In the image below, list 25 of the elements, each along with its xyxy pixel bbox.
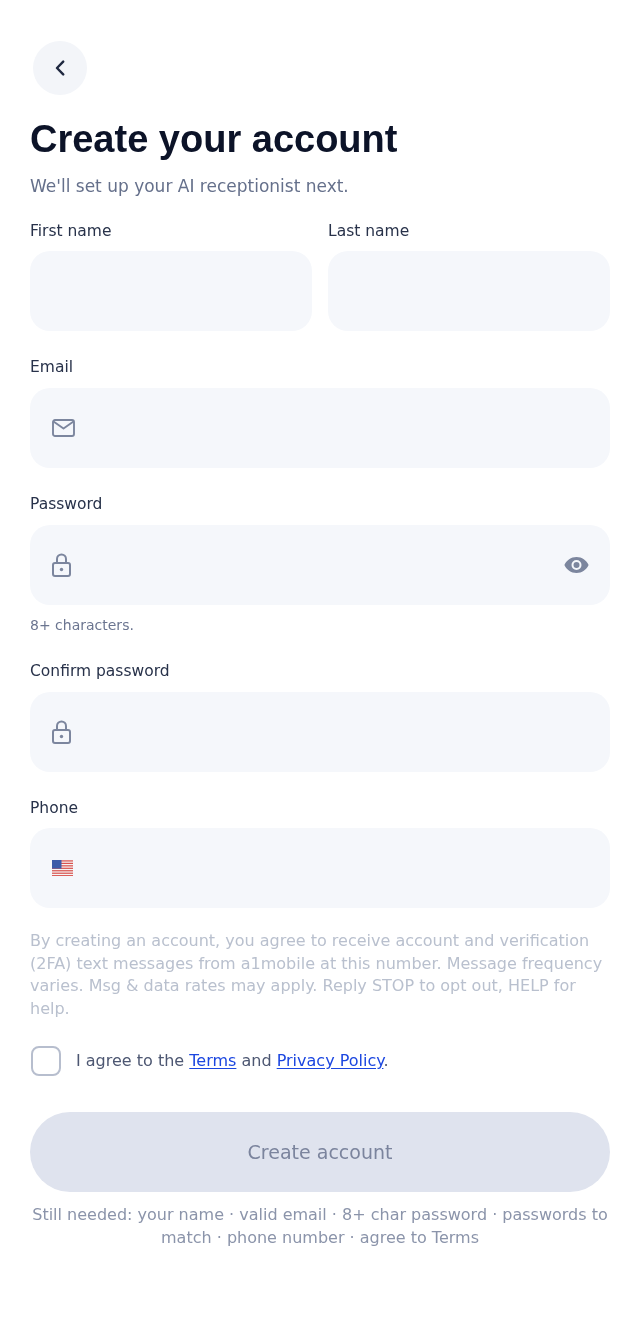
chevron-left-icon (55, 60, 65, 76)
field-label: Phone (30, 798, 78, 819)
field-label: Last name (328, 220, 410, 241)
eye-icon[interactable] (564, 556, 589, 573)
password-field[interactable] (30, 691, 610, 772)
flag-icon (52, 860, 73, 877)
phone-field[interactable] (30, 828, 610, 909)
field-label: Confirm password (30, 661, 170, 682)
field-hint: 8+ characters. (30, 615, 134, 635)
lock-icon (52, 719, 71, 744)
link[interactable]: Privacy Policy (276, 1051, 384, 1071)
requirements-note: Still needed: your name · valid email · 8+ char password · passwords to match · phone number · agree to Terms (31, 1204, 609, 1249)
field-label: Password (30, 494, 103, 515)
checkbox[interactable] (31, 1046, 61, 1077)
page-title: Create your account (30, 117, 399, 162)
page-subtitle: We'll set up your AI receptionist next. (30, 175, 350, 198)
field-label: Email (30, 357, 73, 378)
mail-icon (52, 418, 75, 437)
password-field[interactable] (30, 524, 610, 605)
email-field[interactable] (30, 387, 610, 468)
field-label: First name (30, 220, 112, 241)
lock-icon (52, 552, 71, 577)
link[interactable]: Terms (189, 1051, 237, 1071)
agreement-text: I agree to the Terms and Privacy Policy. (76, 1050, 389, 1073)
consent-notice: By creating an account, you agree to receive account and verification (2FA) text messages from a1mobile at this number. Message frequency varies. Msg & data rates may apply. Reply STOP to opt out, HELP for help. (30, 930, 604, 1020)
